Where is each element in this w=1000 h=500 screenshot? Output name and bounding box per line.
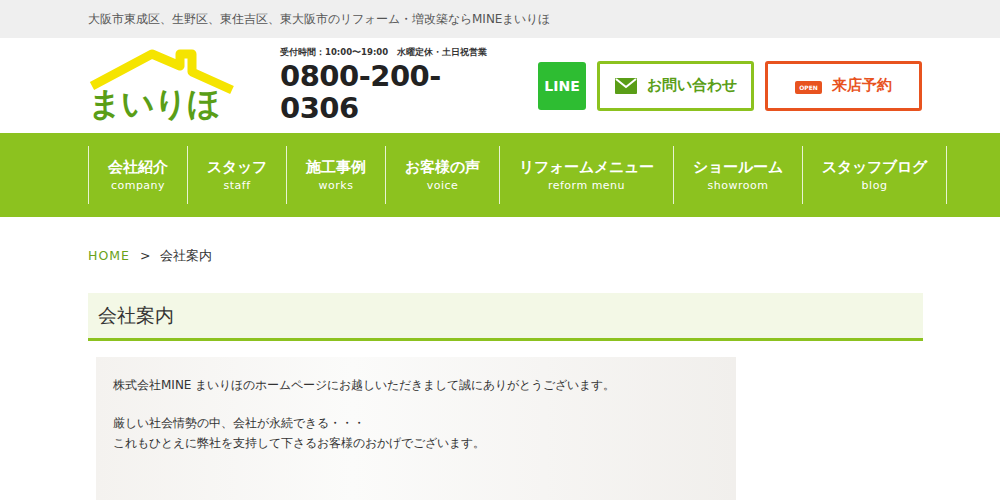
nav-label: スタッフ (207, 158, 267, 177)
logo[interactable]: まいりほ (88, 46, 236, 126)
nav-item[interactable]: リフォームメニュー reform menu (499, 146, 673, 204)
phone-number[interactable]: 0800-200-0306 (280, 61, 494, 125)
phone-box: 受付時間：10:00〜19:00 水曜定休・土日祝営業 0800-200-0306 (280, 47, 494, 125)
line-button[interactable]: LINE (538, 62, 586, 110)
nav-label: リフォームメニュー (519, 158, 654, 177)
header: まいりほ 受付時間：10:00〜19:00 水曜定休・土日祝営業 0800-200-… (0, 38, 1000, 133)
mail-icon (615, 78, 637, 94)
top-bar-text: 大阪市東成区、生野区、東住吉区、東大阪市のリフォーム・増改築ならMINEまいりほ (88, 11, 550, 28)
breadcrumb: HOME>会社案内 (88, 217, 923, 293)
page: 大阪市東成区、生野区、東住吉区、東大阪市のリフォーム・増改築ならMINEまいりほ… (0, 0, 1000, 500)
breadcrumb-item[interactable]: HOME (88, 248, 130, 293)
main: HOME>会社案内会社案内株式会社MINE まいりほのホームページにお越しいただ… (88, 217, 923, 500)
breadcrumb-item: 会社案内 (160, 248, 212, 293)
main-nav: 会社紹介 company スタッフ staff 施工事例 works お客様の声 voice リ… (0, 133, 1000, 217)
nav-item[interactable]: ショールーム showroom (673, 146, 802, 204)
breadcrumb-item: > (140, 248, 150, 293)
contact-button[interactable]: お問い合わせ (597, 61, 754, 111)
nav-item[interactable]: スタッフ staff (187, 146, 286, 204)
hours: 受付時間：10:00〜19:00 水曜定休・土日祝営業 (280, 47, 494, 59)
nav-sub: company (111, 179, 165, 192)
nav-label: 会社紹介 (108, 158, 168, 177)
intro-paragraph: 株式会社MINE まいりほのホームページにお越しいただきまして誠にありがとうござ… (113, 375, 719, 395)
nav-sub: blog (862, 179, 888, 192)
nav-sub: voice (427, 179, 459, 192)
nav-label: 施工事例 (306, 158, 366, 177)
nav-item[interactable]: スタッフブログ blog (802, 146, 947, 204)
nav-item[interactable]: お客様の声 voice (385, 146, 499, 204)
nav-item[interactable]: 施工事例 works (286, 146, 385, 204)
page-title: 会社案内 (88, 293, 923, 341)
nav-sub: reform menu (548, 179, 625, 192)
visit-button[interactable]: OPEN来店予約 (765, 61, 922, 111)
logo-text: まいりほ (88, 87, 220, 126)
nav-sub: staff (223, 179, 250, 192)
open-sign-icon: OPEN (795, 81, 822, 94)
intro-paragraph: 厳しい社会情勢の中、会社が永続できる・・・これもひとえに弊社を支持して下さるお客… (113, 413, 719, 453)
nav-item[interactable]: 会社紹介 company (88, 146, 187, 204)
nav-label: スタッフブログ (822, 158, 927, 177)
intro-section: 株式会社MINE まいりほのホームページにお越しいただきまして誠にありがとうござ… (96, 357, 736, 500)
nav-label: お客様の声 (405, 158, 480, 177)
nav-sub: showroom (708, 179, 769, 192)
top-bar: 大阪市東成区、生野区、東住吉区、東大阪市のリフォーム・増改築ならMINEまいりほ (0, 0, 1000, 38)
header-buttons: LINEお問い合わせOPEN来店予約 (538, 61, 922, 111)
nav-sub: works (319, 179, 354, 192)
nav-label: ショールーム (693, 158, 783, 177)
